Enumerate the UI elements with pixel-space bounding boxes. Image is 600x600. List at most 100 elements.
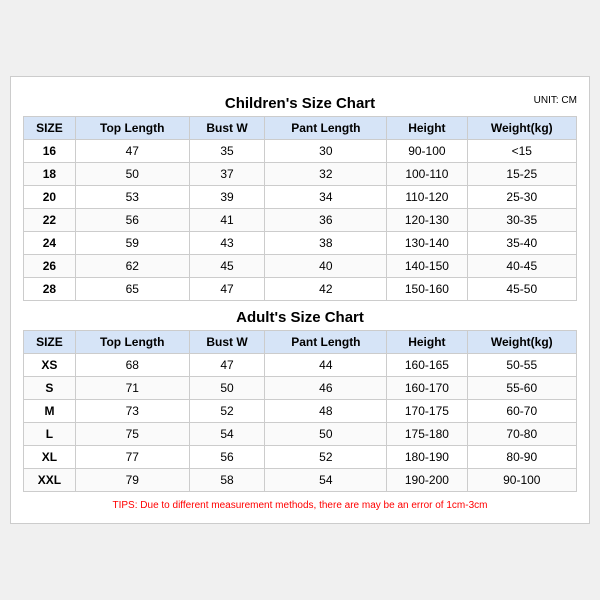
table-cell: 47 (189, 354, 265, 377)
adult-col-height: Height (387, 331, 467, 354)
table-cell: 110-120 (387, 186, 467, 209)
table-cell: 34 (265, 186, 387, 209)
table-row: 20533934110-12025-30 (24, 186, 577, 209)
table-cell: 45 (189, 255, 265, 278)
adult-table-header: SIZE Top Length Bust W Pant Length Heigh… (24, 331, 577, 354)
table-cell: 54 (265, 469, 387, 492)
table-cell: 41 (189, 209, 265, 232)
children-col-height: Height (387, 117, 467, 140)
table-cell: 20 (24, 186, 76, 209)
table-cell: 26 (24, 255, 76, 278)
adult-col-pant: Pant Length (265, 331, 387, 354)
table-cell: 25-30 (467, 186, 576, 209)
children-title-text: Children's Size Chart (225, 95, 375, 112)
table-cell: 43 (189, 232, 265, 255)
table-cell: 140-150 (387, 255, 467, 278)
table-cell: 45-50 (467, 278, 576, 301)
table-row: 18503732100-11015-25 (24, 163, 577, 186)
table-row: 22564136120-13030-35 (24, 209, 577, 232)
table-cell: 62 (75, 255, 189, 278)
table-cell: 73 (75, 400, 189, 423)
adult-col-bust: Bust W (189, 331, 265, 354)
table-cell: 47 (75, 140, 189, 163)
table-cell: 36 (265, 209, 387, 232)
table-cell: L (24, 423, 76, 446)
table-cell: 100-110 (387, 163, 467, 186)
adult-table-body: XS684744160-16550-55S715046160-17055-60M… (24, 354, 577, 492)
table-cell: 37 (189, 163, 265, 186)
table-cell: 53 (75, 186, 189, 209)
table-cell: 58 (189, 469, 265, 492)
table-cell: 50 (189, 377, 265, 400)
adult-col-weight: Weight(kg) (467, 331, 576, 354)
table-cell: 70-80 (467, 423, 576, 446)
children-unit-label: UNIT: CM (534, 95, 577, 106)
table-cell: 68 (75, 354, 189, 377)
table-cell: 56 (75, 209, 189, 232)
table-cell: 22 (24, 209, 76, 232)
table-cell: 190-200 (387, 469, 467, 492)
children-col-bust: Bust W (189, 117, 265, 140)
table-row: XS684744160-16550-55 (24, 354, 577, 377)
table-cell: <15 (467, 140, 576, 163)
table-cell: 52 (265, 446, 387, 469)
children-table-body: 1647353090-100<1518503732100-11015-25205… (24, 140, 577, 301)
table-cell: 42 (265, 278, 387, 301)
table-cell: XXL (24, 469, 76, 492)
children-col-top-length: Top Length (75, 117, 189, 140)
children-col-size: SIZE (24, 117, 76, 140)
table-cell: 50 (75, 163, 189, 186)
table-row: XL775652180-19080-90 (24, 446, 577, 469)
table-row: 26624540140-15040-45 (24, 255, 577, 278)
children-table-header: SIZE Top Length Bust W Pant Length Heigh… (24, 117, 577, 140)
table-row: S715046160-17055-60 (24, 377, 577, 400)
table-cell: 30 (265, 140, 387, 163)
table-cell: S (24, 377, 76, 400)
table-cell: 39 (189, 186, 265, 209)
table-cell: 59 (75, 232, 189, 255)
table-cell: 40-45 (467, 255, 576, 278)
size-chart-container: Children's Size Chart UNIT: CM SIZE Top … (10, 76, 590, 524)
children-col-pant: Pant Length (265, 117, 387, 140)
table-cell: 47 (189, 278, 265, 301)
table-cell: 180-190 (387, 446, 467, 469)
table-cell: 150-160 (387, 278, 467, 301)
table-cell: 44 (265, 354, 387, 377)
table-cell: 24 (24, 232, 76, 255)
children-size-table: SIZE Top Length Bust W Pant Length Heigh… (23, 116, 577, 301)
table-cell: 54 (189, 423, 265, 446)
table-cell: 77 (75, 446, 189, 469)
table-cell: 28 (24, 278, 76, 301)
table-cell: 56 (189, 446, 265, 469)
adult-size-table: SIZE Top Length Bust W Pant Length Heigh… (23, 330, 577, 492)
table-cell: 18 (24, 163, 76, 186)
table-cell: 160-165 (387, 354, 467, 377)
adult-col-size: SIZE (24, 331, 76, 354)
table-cell: 65 (75, 278, 189, 301)
table-row: 24594338130-14035-40 (24, 232, 577, 255)
adult-col-top-length: Top Length (75, 331, 189, 354)
table-cell: 175-180 (387, 423, 467, 446)
table-row: 28654742150-16045-50 (24, 278, 577, 301)
table-cell: 90-100 (387, 140, 467, 163)
table-cell: 60-70 (467, 400, 576, 423)
table-cell: XS (24, 354, 76, 377)
table-cell: 90-100 (467, 469, 576, 492)
table-row: XXL795854190-20090-100 (24, 469, 577, 492)
table-cell: 35 (189, 140, 265, 163)
table-cell: 32 (265, 163, 387, 186)
table-cell: 50 (265, 423, 387, 446)
table-row: L755450175-18070-80 (24, 423, 577, 446)
children-chart-title: Children's Size Chart UNIT: CM (23, 89, 577, 116)
table-cell: 130-140 (387, 232, 467, 255)
adult-title-text: Adult's Size Chart (236, 309, 364, 326)
table-cell: 35-40 (467, 232, 576, 255)
table-cell: 40 (265, 255, 387, 278)
table-cell: 75 (75, 423, 189, 446)
table-row: 1647353090-100<15 (24, 140, 577, 163)
table-cell: 160-170 (387, 377, 467, 400)
children-col-weight: Weight(kg) (467, 117, 576, 140)
table-cell: 79 (75, 469, 189, 492)
table-row: M735248170-17560-70 (24, 400, 577, 423)
table-cell: 80-90 (467, 446, 576, 469)
